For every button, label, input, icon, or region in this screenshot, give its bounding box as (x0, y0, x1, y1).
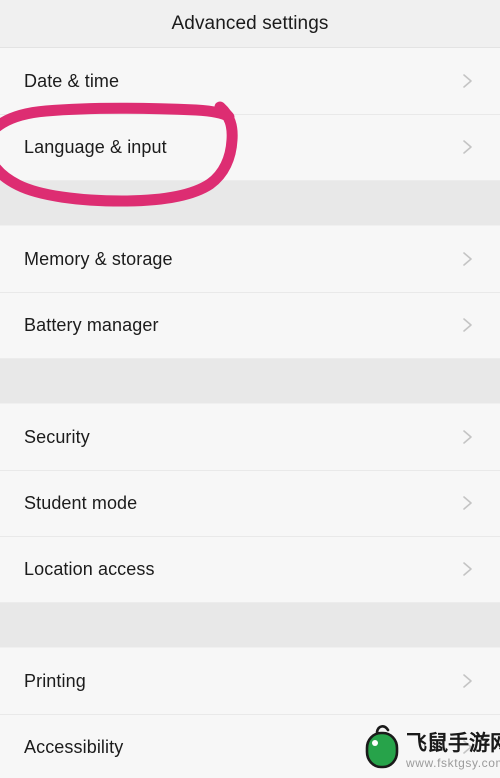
settings-row-label: Date & time (24, 70, 120, 91)
settings-row-language-and-input[interactable]: Language & input (0, 114, 500, 180)
settings-row-location-access[interactable]: Location access (0, 536, 500, 602)
settings-row-label: Printing (24, 670, 86, 691)
settings-row-printing[interactable]: Printing (0, 648, 500, 714)
settings-row-label: Memory & storage (24, 248, 173, 269)
settings-row-date-and-time[interactable]: Date & time (0, 48, 500, 114)
settings-group-3: Security Student mode Location access (0, 404, 500, 602)
chevron-right-icon (458, 138, 476, 156)
section-separator (0, 602, 500, 648)
chevron-right-icon (458, 72, 476, 90)
chevron-right-icon (458, 672, 476, 690)
settings-row-label: Language & input (24, 136, 167, 157)
settings-row-student-mode[interactable]: Student mode (0, 470, 500, 536)
settings-row-label: Accessibility (24, 736, 124, 757)
settings-row-battery-manager[interactable]: Battery manager (0, 292, 500, 358)
settings-list: Date & time Language & input Memory & st… (0, 48, 500, 778)
section-separator (0, 358, 500, 404)
settings-row-label: Student mode (24, 492, 138, 513)
chevron-right-icon (458, 494, 476, 512)
settings-row-label: Security (24, 426, 90, 447)
settings-row-label: Location access (24, 558, 155, 579)
chevron-right-icon (458, 738, 476, 756)
chevron-right-icon (458, 316, 476, 334)
settings-row-accessibility[interactable]: Accessibility (0, 714, 500, 778)
settings-group-4: Printing Accessibility (0, 648, 500, 778)
section-separator (0, 180, 500, 226)
settings-group-1: Date & time Language & input (0, 48, 500, 180)
settings-row-label: Battery manager (24, 314, 159, 335)
settings-row-memory-and-storage[interactable]: Memory & storage (0, 226, 500, 292)
page-title: Advanced settings (171, 12, 329, 34)
chevron-right-icon (458, 560, 476, 578)
app-header: Advanced settings (0, 0, 500, 48)
settings-row-security[interactable]: Security (0, 404, 500, 470)
chevron-right-icon (458, 428, 476, 446)
chevron-right-icon (458, 250, 476, 268)
settings-screen: Advanced settings Date & time Language &… (0, 0, 500, 778)
settings-group-2: Memory & storage Battery manager (0, 226, 500, 358)
